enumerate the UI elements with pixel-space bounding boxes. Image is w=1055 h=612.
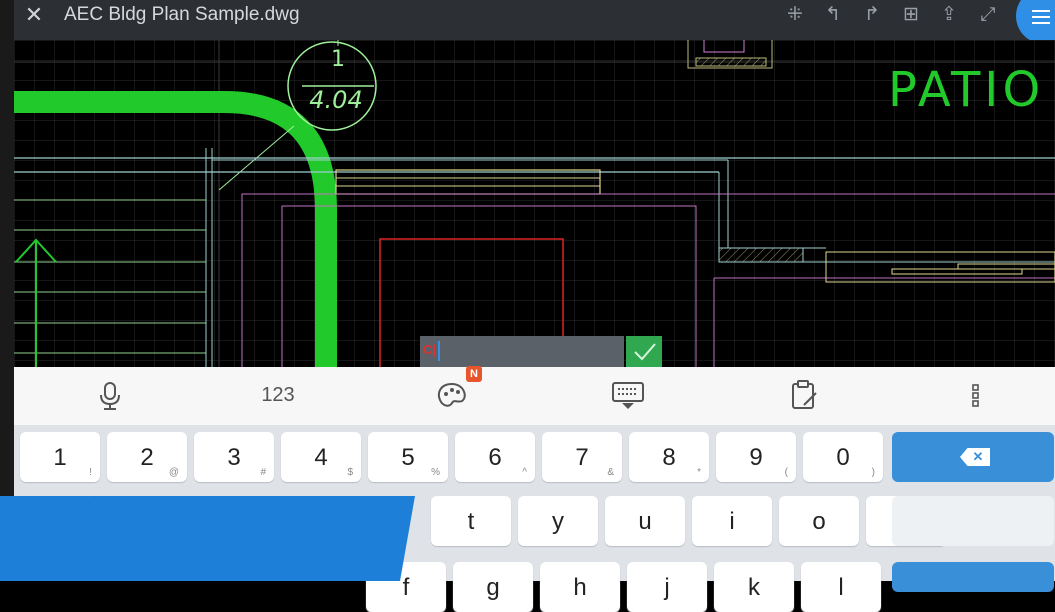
key-secondary-label: * — [697, 467, 701, 478]
keyboard-key[interactable]: 9( — [716, 432, 796, 482]
snap-icon[interactable]: ⁜ — [782, 4, 808, 28]
key-secondary-label: % — [431, 467, 440, 478]
key-label: i — [729, 508, 735, 535]
layout-icon[interactable]: ⊞ — [898, 4, 924, 28]
key-label: l — [838, 574, 844, 601]
microphone-icon[interactable] — [94, 379, 126, 411]
key-label: o — [812, 508, 826, 535]
key-secondary-label: ^ — [522, 467, 527, 478]
share-icon[interactable]: ⇪ — [936, 4, 962, 28]
command-input[interactable]: C| — [420, 336, 624, 367]
undo-icon[interactable]: ↰ — [820, 4, 846, 28]
keyboard-key[interactable]: 8 * — [629, 432, 709, 482]
keyboard-key[interactable]: 5% — [368, 432, 448, 482]
keyboard-key[interactable]: y — [518, 496, 598, 546]
key-secondary-label: ) — [871, 467, 875, 478]
keyboard-key[interactable]: k — [714, 562, 794, 612]
keyboard-key[interactable]: 0) — [803, 432, 883, 482]
text-cursor — [438, 341, 440, 361]
dimension-top-label: 1 — [331, 47, 345, 72]
keyboard-key[interactable]: 4 $ — [281, 432, 361, 482]
dimension-bottom-label: 4.04 — [309, 86, 362, 114]
patio-label: PATIO — [888, 62, 1044, 118]
key-label: u — [638, 508, 652, 535]
drawing-canvas[interactable]: 1 4.04 PATIO — [14, 40, 1055, 367]
redo-icon[interactable]: ↱ — [859, 4, 885, 28]
clipboard-icon[interactable] — [786, 379, 822, 411]
key-secondary-label: $ — [347, 467, 353, 478]
key-secondary-label: ( — [784, 467, 788, 478]
keyboard-key[interactable]: j — [627, 562, 707, 612]
key-secondary-label: & — [607, 467, 614, 478]
keyboard-hide-icon[interactable] — [610, 379, 646, 411]
cad-drawing: 1 4.04 PATIO — [14, 40, 1055, 367]
numeric-mode-button[interactable]: 123 — [254, 379, 302, 411]
keyboard-key[interactable]: 6 ^ — [455, 432, 535, 482]
keyboard-key[interactable]: 2 @ — [107, 432, 187, 482]
key-label: j — [664, 574, 670, 601]
check-icon — [634, 343, 656, 361]
confirm-button[interactable] — [626, 336, 662, 367]
close-icon: ✕ — [24, 2, 44, 27]
backspace-key[interactable]: ✕ — [892, 432, 1054, 482]
more-options-icon[interactable] — [964, 379, 988, 411]
key-label: k — [748, 574, 760, 601]
key-label: t — [467, 508, 475, 535]
key-secondary-label: @ — [168, 467, 179, 478]
enter-key[interactable] — [892, 562, 1054, 592]
keyboard-key[interactable]: 7 & — [542, 432, 622, 482]
left-edge — [0, 0, 14, 581]
keyboard-key[interactable]: i — [692, 496, 772, 546]
key-secondary-label: ! — [89, 467, 92, 478]
key-label: y — [552, 508, 564, 535]
keyboard-key[interactable]: l — [801, 562, 881, 612]
overlay-banner — [0, 496, 415, 581]
keyboard-key[interactable]: h — [540, 562, 620, 612]
fullscreen-icon[interactable]: ⤢ — [975, 4, 1001, 28]
keyboard-key[interactable]: g — [453, 562, 533, 612]
keyboard-key[interactable]: 3 # — [194, 432, 274, 482]
new-badge: N — [466, 366, 482, 382]
keyboard-key[interactable]: t — [431, 496, 511, 546]
file-title: AEC Bldg Plan Sample.dwg — [64, 4, 300, 25]
key-label: 1 — [53, 444, 67, 471]
key-label: h — [573, 574, 587, 601]
key-label: g — [486, 574, 500, 601]
key-secondary-label: # — [260, 467, 266, 478]
keyboard-toolbar: 123 — [14, 367, 1055, 426]
keyboard-key[interactable]: o — [779, 496, 859, 546]
blank-key[interactable] — [892, 496, 1054, 546]
keyboard-key[interactable]: 1! — [20, 432, 100, 482]
backspace-icon: ✕ — [960, 448, 990, 466]
close-button[interactable]: ✕ — [22, 4, 46, 28]
keyboard-key[interactable]: u — [605, 496, 685, 546]
hamburger-icon — [1032, 10, 1050, 28]
palette-icon[interactable] — [434, 379, 470, 411]
command-prompt: C| — [423, 342, 437, 357]
